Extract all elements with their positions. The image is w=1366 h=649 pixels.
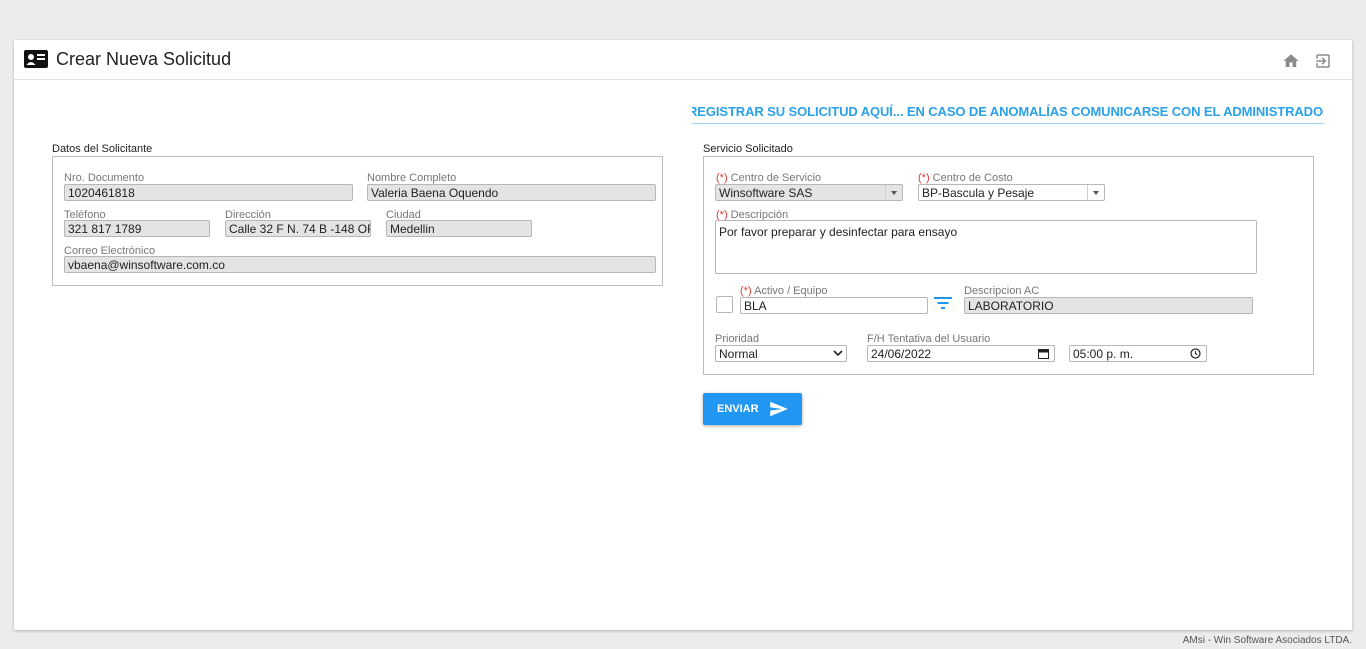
- prioridad-value: Normal: [719, 347, 758, 361]
- enviar-button[interactable]: ENVIAR: [703, 393, 802, 425]
- send-icon: [770, 401, 788, 417]
- centro-servicio-value: Winsoftware SAS: [719, 186, 813, 200]
- calendar-icon[interactable]: [1038, 348, 1049, 359]
- descripcion-ac-label: Descripcion AC: [964, 285, 1040, 297]
- chevron-down-icon: [833, 350, 843, 357]
- documento-label: Nro. Documento: [64, 172, 145, 184]
- ciudad-field: Medellin: [386, 220, 532, 237]
- centro-costo-label: (*) Centro de Costo: [918, 172, 1013, 184]
- info-marquee: REGISTRAR SU SOLICITUD AQUÍ... EN CASO D…: [692, 98, 1324, 124]
- documento-field: 1020461818: [64, 184, 353, 201]
- main-card: Crear Nueva Solicitud REGISTRAR SU SOLIC…: [14, 40, 1352, 630]
- chevron-down-icon: [1087, 185, 1104, 200]
- direccion-field: Calle 32 F N. 74 B -148 OF 204: [225, 220, 371, 237]
- activo-label-text: Activo / Equipo: [754, 285, 828, 297]
- descripcion-ac-field: LABORATORIO: [964, 297, 1253, 314]
- page-title: Crear Nueva Solicitud: [56, 49, 232, 69]
- fecha-value: 24/06/2022: [871, 347, 932, 361]
- prioridad-label: Prioridad: [715, 333, 760, 345]
- footer-text: AMsi - Win Software Asociados LTDA.: [1182, 635, 1352, 646]
- exit-icon[interactable]: [1314, 52, 1332, 70]
- nombre-field: Valeria Baena Oquendo: [367, 184, 656, 201]
- activo-checkbox[interactable]: [716, 296, 733, 313]
- centro-costo-select[interactable]: BP-Bascula y Pesaje: [918, 184, 1105, 201]
- enviar-label: ENVIAR: [717, 403, 759, 415]
- fecha-label: F/H Tentativa del Usuario: [867, 333, 991, 345]
- centro-costo-label-text: Centro de Costo: [932, 172, 1013, 184]
- correo-field: vbaena@winsoftware.com.co: [64, 256, 656, 273]
- hora-value: 05:00 p. m.: [1073, 347, 1134, 361]
- contact-card-icon: [24, 50, 48, 68]
- solicitante-legend: Datos del Solicitante: [52, 143, 153, 155]
- clock-icon[interactable]: [1190, 348, 1201, 359]
- required-mark: (*): [716, 172, 728, 184]
- centro-costo-value: BP-Bascula y Pesaje: [922, 186, 1035, 200]
- page-header: Crear Nueva Solicitud: [14, 40, 1352, 80]
- nombre-label: Nombre Completo: [367, 172, 457, 184]
- filter-icon[interactable]: [934, 296, 952, 310]
- activo-label: (*) Activo / Equipo: [740, 285, 827, 297]
- descripcion-textarea[interactable]: Por favor preparar y desinfectar para en…: [715, 220, 1257, 274]
- centro-servicio-label-text: Centro de Servicio: [730, 172, 822, 184]
- fecha-input[interactable]: 24/06/2022: [867, 345, 1055, 362]
- marquee-text: REGISTRAR SU SOLICITUD AQUÍ... EN CASO D…: [692, 104, 1324, 119]
- activo-input[interactable]: BLA: [740, 297, 928, 314]
- required-mark: (*): [918, 172, 930, 184]
- prioridad-select[interactable]: Normal: [715, 345, 847, 362]
- required-mark: (*): [740, 285, 752, 297]
- hora-input[interactable]: 05:00 p. m.: [1069, 345, 1207, 362]
- centro-servicio-label: (*) Centro de Servicio: [716, 172, 821, 184]
- chevron-down-icon: [885, 185, 902, 200]
- centro-servicio-select[interactable]: Winsoftware SAS: [715, 184, 903, 201]
- servicio-legend: Servicio Solicitado: [703, 143, 793, 155]
- home-icon[interactable]: [1282, 52, 1300, 70]
- telefono-field: 321 817 1789: [64, 220, 210, 237]
